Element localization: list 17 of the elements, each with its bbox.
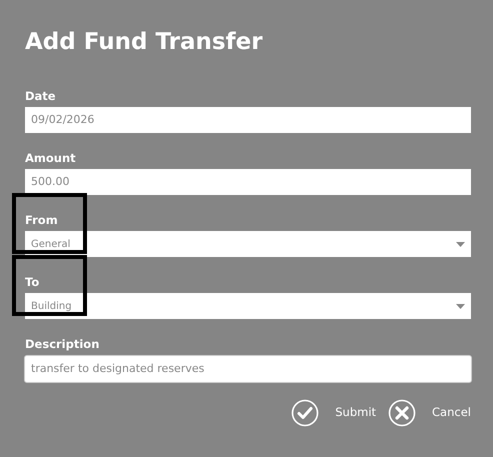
cancel-button[interactable]: Cancel [388,399,471,427]
input-field[interactable]: 09/02/2026 [25,107,471,133]
dialog-title: Add Fund Transfer [25,28,264,57]
check-icon [291,399,320,427]
caret-icon [456,304,465,308]
field-label: From [25,213,58,227]
field-label: To [25,275,40,289]
field-label: Amount [25,151,76,165]
submit-button[interactable]: Submit [291,399,376,427]
input-field[interactable]: transfer to designated reserves [24,355,472,383]
caret-icon [456,242,465,246]
field-label: Date [25,89,56,103]
dropdown-field[interactable]: Building [25,293,471,319]
field-label: Description [25,337,100,351]
close-icon [388,399,416,427]
dropdown-field[interactable]: General [25,231,471,257]
input-field[interactable]: 500.00 [25,169,471,195]
